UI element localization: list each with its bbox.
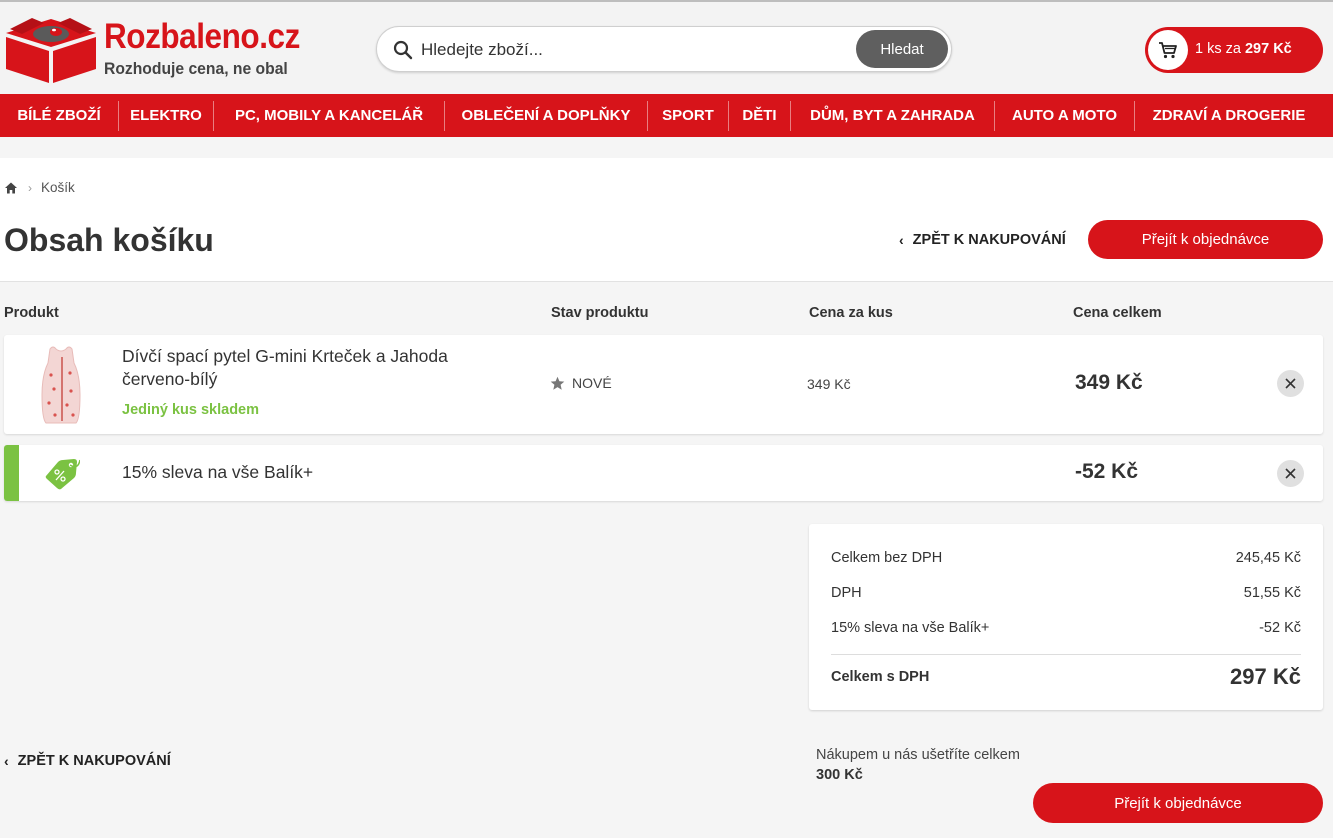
discount-accent-bar [4, 445, 19, 501]
unit-price: 349 Kč [807, 376, 851, 392]
search-button[interactable]: Hledat [856, 30, 948, 68]
nav-item-elektro[interactable]: ELEKTRO [119, 94, 213, 137]
nav-item-pc-mobily[interactable]: PC, MOBILY A KANCELÁŘ [214, 94, 444, 137]
nav-item-obleceni[interactable]: OBLEČENÍ A DOPLŇKY [445, 94, 647, 137]
search-input[interactable] [421, 35, 821, 65]
cart-count: 1 ks za [1195, 41, 1241, 57]
back-to-shopping-label: ZPĚT K NAKUPOVÁNÍ [912, 232, 1066, 248]
cart-heading-panel: › Košík Obsah košíku ‹ ZPĚT K NAKUPOVÁNÍ… [0, 158, 1333, 282]
summary-value: 245,45 Kč [1235, 550, 1301, 566]
remove-item-button[interactable] [1277, 370, 1304, 397]
savings-text: Nákupem u nás ušetříte celkem [816, 747, 1020, 763]
cart-icon-circle [1148, 30, 1188, 70]
remove-discount-button[interactable] [1277, 460, 1304, 487]
page-title: Obsah košíku [4, 222, 214, 258]
summary-value: 51,55 Kč [1243, 585, 1301, 601]
product-name-link[interactable]: Dívčí spací pytel G-mini Krteček a Jahod… [122, 345, 502, 391]
summary-total-value: 297 Kč [1230, 664, 1301, 689]
breadcrumb-separator-icon: › [28, 180, 32, 195]
product-thumbnail[interactable] [36, 345, 86, 425]
discount-price: -52 Kč [1075, 460, 1139, 483]
column-header-product: Produkt [4, 305, 59, 321]
nav-item-sport[interactable]: SPORT [648, 94, 728, 137]
column-header-unit-price: Cena za kus [809, 305, 893, 321]
nav-item-deti[interactable]: DĚTI [729, 94, 790, 137]
nav-item-auto-moto[interactable]: AUTO A MOTO [995, 94, 1134, 137]
breadcrumb: › Košík [4, 180, 75, 195]
category-nav: BÍLÉ ZBOŽÍ ELEKTRO PC, MOBILY A KANCELÁŘ… [0, 94, 1333, 137]
chevron-left-icon: ‹ [4, 753, 9, 769]
logo-tagline: Rozhoduje cena, ne obal [104, 60, 288, 78]
savings-amount: 300 Kč [816, 767, 863, 783]
product-condition-label: NOVÉ [572, 375, 612, 391]
back-to-shopping-link-bottom[interactable]: ‹ ZPĚT K NAKUPOVÁNÍ [4, 753, 171, 769]
back-to-shopping-label: ZPĚT K NAKUPOVÁNÍ [17, 753, 171, 769]
summary-value: -52 Kč [1259, 620, 1301, 636]
cart-button[interactable]: 1 ks za 297 Kč [1145, 27, 1323, 73]
chevron-left-icon: ‹ [899, 232, 904, 248]
summary-divider [831, 654, 1301, 655]
close-icon [1285, 468, 1296, 479]
breadcrumb-current: Košík [41, 180, 75, 195]
checkout-button-bottom[interactable]: Přejít k objednávce [1033, 783, 1323, 823]
home-icon[interactable] [4, 181, 18, 195]
cart-icon [1159, 42, 1177, 59]
cart-total: 297 Kč [1244, 41, 1292, 57]
logo-name: Rozbaleno.cz [104, 17, 300, 56]
nav-item-zdravi[interactable]: ZDRAVÍ A DROGERIE [1135, 94, 1323, 137]
order-summary: Celkem bez DPH 245,45 Kč DPH 51,55 Kč 15… [809, 524, 1323, 710]
column-header-condition: Stav produktu [551, 305, 649, 321]
nav-item-bile-zbozi[interactable]: BÍLÉ ZBOŽÍ [0, 94, 118, 137]
discount-tag-icon [45, 459, 80, 490]
search-bar: Hledat [376, 26, 952, 72]
stock-status: Jediný kus skladem [122, 402, 260, 418]
item-total-price: 349 Kč [1075, 371, 1143, 394]
summary-label: 15% sleva na vše Balík+ [831, 620, 990, 636]
back-to-shopping-link[interactable]: ‹ ZPĚT K NAKUPOVÁNÍ [899, 232, 1066, 248]
logo-box-icon [6, 18, 96, 83]
site-header: Rozbaleno.cz Rozhoduje cena, ne obal Hle… [0, 2, 1333, 94]
savings-info: Nákupem u nás ušetříte celkem 300 Kč [816, 745, 1020, 785]
checkout-button-top[interactable]: Přejít k objednávce [1088, 220, 1323, 259]
search-icon [393, 40, 413, 60]
logo[interactable]: Rozbaleno.cz Rozhoduje cena, ne obal [4, 15, 304, 85]
close-icon [1285, 378, 1296, 389]
cart-item-row: Dívčí spací pytel G-mini Krteček a Jahod… [4, 335, 1323, 434]
star-icon [550, 376, 565, 390]
discount-name: 15% sleva na vše Balík+ [122, 462, 314, 482]
discount-row: 15% sleva na vše Balík+ -52 Kč [4, 445, 1323, 501]
summary-total-label: Celkem s DPH [831, 669, 930, 685]
nav-item-dum-byt[interactable]: DŮM, BYT A ZAHRADA [791, 94, 994, 137]
product-condition: NOVÉ [550, 375, 612, 391]
column-header-total-price: Cena celkem [1073, 305, 1162, 321]
summary-label: Celkem bez DPH [831, 550, 943, 566]
cart-summary: 1 ks za 297 Kč [1195, 41, 1292, 57]
summary-label: DPH [831, 585, 862, 601]
